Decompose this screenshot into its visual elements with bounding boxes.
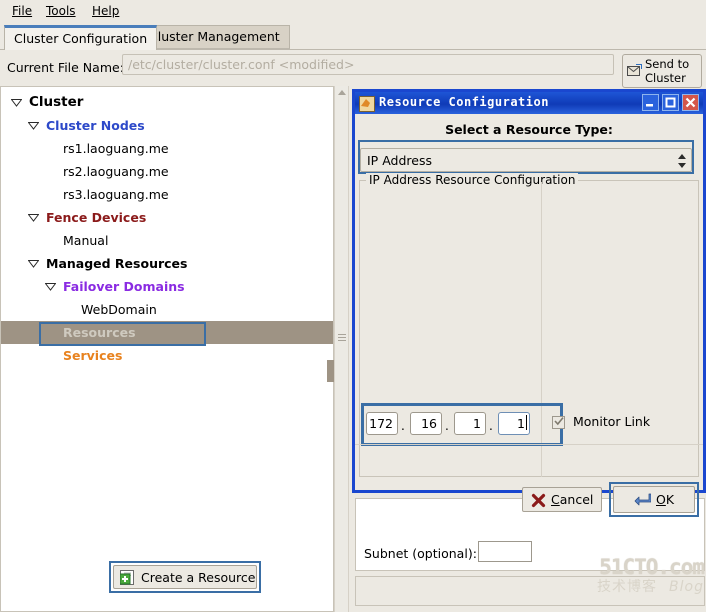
tree-item-resources-label: Resources	[63, 325, 136, 340]
menu-help-label: Help	[92, 4, 120, 18]
expander-icon[interactable]	[28, 121, 39, 130]
expander-icon[interactable]	[28, 259, 39, 268]
minimize-icon[interactable]	[642, 94, 659, 111]
create-button-focus-rectangle	[109, 561, 261, 593]
enter-arrow-icon	[634, 492, 652, 508]
tree-item-manual-label: Manual	[63, 233, 109, 248]
tree-vertical-scrollbar[interactable]	[334, 86, 349, 612]
tree-item-cluster[interactable]: Cluster	[1, 91, 333, 114]
current-file-row: Current File Name: /etc/cluster/cluster.…	[0, 50, 706, 86]
menu-help[interactable]: Help	[88, 3, 123, 19]
tree-item-fence-devices-label: Fence Devices	[46, 210, 147, 225]
tree-item-rs2-label: rs2.laoguang.me	[63, 164, 169, 179]
send-cluster-icon	[627, 64, 642, 77]
tab-cluster-management-label: Cluster Management	[149, 29, 280, 44]
tab-strip: Cluster Configuration Cluster Management	[0, 21, 706, 50]
ip-address-resource-group: IP Address Resource Configuration 172 . …	[359, 173, 699, 562]
tree-item-rs1[interactable]: rs1.laoguang.me	[1, 137, 333, 160]
dialog-body: Select a Resource Type: IP Address IP Ad…	[355, 114, 703, 562]
tree-item-rs2[interactable]: rs2.laoguang.me	[1, 160, 333, 183]
menu-tools[interactable]: Tools	[42, 3, 80, 19]
ok-button[interactable]: OK	[613, 486, 695, 513]
text-caret	[526, 415, 527, 430]
dialog-title-label: Resource Configuration	[379, 95, 549, 109]
tree-item-manual[interactable]: Manual	[1, 229, 333, 252]
tree-item-rs3-label: rs3.laoguang.me	[63, 187, 169, 202]
send-to-cluster-button[interactable]: Send to Cluster	[622, 54, 702, 88]
resource-type-value: IP Address	[367, 153, 432, 168]
monitor-link-label: Monitor Link	[573, 414, 651, 429]
tree-item-cluster-label: Cluster	[29, 94, 84, 110]
configuration-tree[interactable]: Cluster Cluster Nodes rs1.laoguang.me rs…	[0, 86, 334, 612]
tab-cluster-configuration[interactable]: Cluster Configuration	[4, 25, 158, 50]
tree-item-managed-resources[interactable]: Managed Resources	[1, 252, 333, 275]
app-window-icon	[359, 96, 375, 112]
tree-item-managed-resources-label: Managed Resources	[46, 256, 188, 271]
ip-separator-2: .	[445, 419, 449, 433]
close-icon[interactable]	[682, 94, 699, 111]
resource-type-combobox[interactable]: IP Address	[360, 148, 692, 172]
subnet-label: Subnet (optional):	[364, 546, 477, 561]
tab-cluster-configuration-label: Cluster Configuration	[14, 31, 148, 46]
maximize-icon[interactable]	[662, 94, 679, 111]
menu-tools-label: Tools	[46, 4, 76, 18]
tree-item-resources[interactable]: Resources	[1, 321, 333, 344]
pane-splitter-handle[interactable]	[327, 360, 334, 382]
scrollbar-grip-icon[interactable]	[338, 334, 346, 341]
menu-file-label: File	[12, 4, 33, 18]
spinner-arrows-icon[interactable]	[678, 153, 687, 169]
tab-cluster-management[interactable]: Cluster Management	[139, 25, 290, 49]
ip-separator-3: .	[489, 419, 493, 433]
dialog-separator	[355, 444, 703, 445]
select-resource-type-heading: Select a Resource Type:	[445, 122, 613, 137]
tree-item-webdomain[interactable]: WebDomain	[1, 298, 333, 321]
ip-address-group-title: IP Address Resource Configuration	[366, 173, 579, 187]
tree-item-fence-devices[interactable]: Fence Devices	[1, 206, 333, 229]
ip-octet-2-input[interactable]: 16	[410, 412, 442, 435]
tree-item-services[interactable]: Services	[1, 344, 333, 367]
tree-item-failover-domains-label: Failover Domains	[63, 279, 185, 294]
subnet-input[interactable]	[478, 541, 532, 562]
tree-item-cluster-nodes[interactable]: Cluster Nodes	[1, 114, 333, 137]
tree-item-failover-domains[interactable]: Failover Domains	[1, 275, 333, 298]
resources-action-bar	[355, 576, 705, 606]
tree-item-cluster-nodes-label: Cluster Nodes	[46, 118, 145, 133]
dialog-title-bar[interactable]: Resource Configuration	[355, 92, 703, 114]
cluster-admin-window: File Tools Help Cluster Configuration Cl…	[0, 0, 706, 612]
current-file-label: Current File Name:	[7, 60, 124, 75]
ip-octet-1-input[interactable]: 172	[366, 412, 398, 435]
tree-item-services-label: Services	[63, 348, 123, 363]
expander-icon[interactable]	[45, 282, 56, 291]
send-to-cluster-label: Send to Cluster	[645, 57, 690, 85]
current-file-input[interactable]: /etc/cluster/cluster.conf <modified>	[122, 54, 614, 75]
menu-bar: File Tools Help	[0, 0, 706, 22]
ok-button-label: OK	[656, 492, 675, 507]
tree-item-webdomain-label: WebDomain	[81, 302, 157, 317]
checkmark-icon	[553, 415, 565, 427]
red-x-icon	[531, 493, 546, 508]
expander-icon[interactable]	[28, 213, 39, 222]
cancel-button[interactable]: Cancel	[522, 487, 602, 512]
menu-file[interactable]: File	[8, 3, 36, 19]
resource-configuration-dialog: Resource Configuration Select a Resource…	[352, 89, 706, 562]
tree-item-rs3[interactable]: rs3.laoguang.me	[1, 183, 333, 206]
scroll-up-icon[interactable]	[338, 90, 346, 95]
tree-item-rs1-label: rs1.laoguang.me	[63, 141, 169, 156]
cancel-button-label: Cancel	[551, 492, 594, 507]
ip-octet-3-input[interactable]: 1	[454, 412, 486, 435]
ip-separator-1: .	[401, 419, 405, 433]
expander-icon[interactable]	[11, 98, 22, 107]
